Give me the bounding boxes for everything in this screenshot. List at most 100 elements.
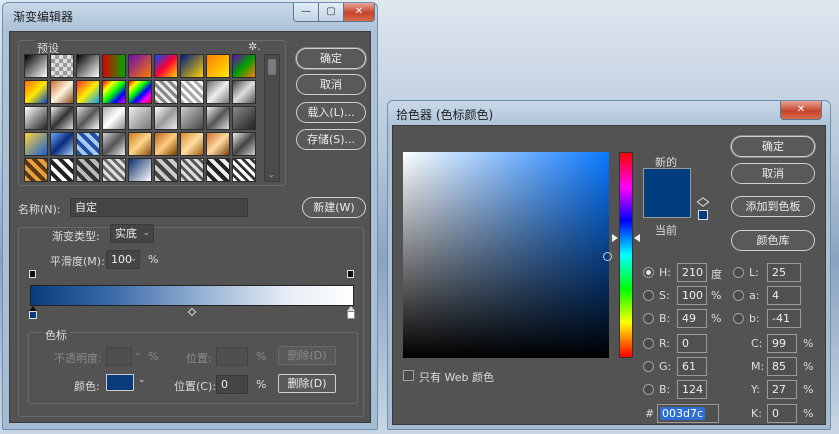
preset-swatch[interactable] bbox=[50, 158, 74, 182]
radio-g[interactable] bbox=[643, 361, 654, 372]
maximize-button[interactable]: ▢ bbox=[318, 3, 344, 22]
preset-swatch[interactable] bbox=[50, 106, 74, 130]
minimize-button[interactable]: — bbox=[293, 3, 319, 22]
hue-slider-right-arrow[interactable] bbox=[634, 234, 640, 242]
blue-input[interactable]: 124 bbox=[677, 380, 707, 399]
b-input[interactable]: 49 bbox=[677, 309, 707, 328]
r-input[interactable]: 0 bbox=[677, 334, 707, 353]
color-field[interactable] bbox=[403, 152, 612, 358]
radio-lab-b[interactable] bbox=[733, 313, 744, 324]
ok-button[interactable]: 确定 bbox=[296, 48, 366, 69]
radio-l[interactable] bbox=[733, 267, 744, 278]
radio-h[interactable] bbox=[643, 267, 654, 278]
preset-swatch[interactable] bbox=[128, 158, 152, 182]
scrollbar-thumb[interactable] bbox=[268, 59, 276, 75]
close-button[interactable]: ✕ bbox=[780, 101, 822, 120]
preset-swatch[interactable] bbox=[154, 158, 178, 182]
preset-swatch[interactable] bbox=[76, 132, 100, 156]
name-input[interactable]: 自定 bbox=[70, 198, 248, 217]
color-field-cursor[interactable] bbox=[603, 252, 612, 261]
web-safe-color-swatch[interactable] bbox=[698, 210, 708, 220]
radio-r[interactable] bbox=[643, 338, 654, 349]
color-libraries-button[interactable]: 颜色库 bbox=[731, 230, 815, 251]
preset-swatch[interactable] bbox=[24, 54, 48, 78]
gradient-preview-bar[interactable] bbox=[30, 285, 354, 306]
preset-swatch[interactable] bbox=[206, 106, 230, 130]
preset-swatch[interactable] bbox=[206, 158, 230, 182]
stop-color-swatch[interactable] bbox=[106, 374, 134, 391]
location-input[interactable]: 0 bbox=[216, 375, 248, 394]
cancel-button[interactable]: 取消 bbox=[731, 163, 815, 184]
preset-swatch[interactable] bbox=[50, 80, 74, 104]
lab-b-input[interactable]: -41 bbox=[767, 309, 801, 328]
preset-swatch[interactable] bbox=[24, 80, 48, 104]
s-input[interactable]: 100 bbox=[677, 286, 707, 305]
web-only-checkbox[interactable] bbox=[403, 370, 414, 381]
preset-swatch[interactable] bbox=[232, 54, 256, 78]
hue-slider[interactable] bbox=[619, 152, 633, 358]
preset-swatch[interactable] bbox=[50, 54, 74, 78]
load-button[interactable]: 载入(L)... bbox=[296, 102, 366, 123]
preset-swatch[interactable] bbox=[154, 80, 178, 104]
preset-swatch[interactable] bbox=[232, 132, 256, 156]
preset-swatch[interactable] bbox=[24, 158, 48, 182]
preset-swatch[interactable] bbox=[128, 106, 152, 130]
k-input[interactable]: 0 bbox=[767, 404, 797, 423]
preset-swatch[interactable] bbox=[102, 106, 126, 130]
preset-swatch[interactable] bbox=[128, 132, 152, 156]
preset-swatch[interactable] bbox=[102, 132, 126, 156]
preset-swatch[interactable] bbox=[24, 132, 48, 156]
preset-swatch[interactable] bbox=[180, 106, 204, 130]
hue-slider-left-arrow[interactable] bbox=[612, 234, 618, 242]
preset-swatch[interactable] bbox=[76, 54, 100, 78]
save-button[interactable]: 存储(S)... bbox=[296, 129, 366, 150]
preset-swatch[interactable] bbox=[180, 132, 204, 156]
preset-swatch[interactable] bbox=[154, 132, 178, 156]
preset-swatch[interactable] bbox=[206, 132, 230, 156]
preset-swatch[interactable] bbox=[76, 80, 100, 104]
g-input[interactable]: 61 bbox=[677, 357, 707, 376]
m-input[interactable]: 85 bbox=[767, 357, 797, 376]
radio-b[interactable] bbox=[643, 313, 654, 324]
cancel-button[interactable]: 取消 bbox=[296, 74, 366, 95]
preset-swatch[interactable] bbox=[206, 80, 230, 104]
a-input[interactable]: 4 bbox=[767, 286, 801, 305]
chevron-down-icon[interactable]: ⌄ bbox=[138, 375, 146, 385]
preset-swatch[interactable] bbox=[180, 158, 204, 182]
preset-swatch[interactable] bbox=[24, 106, 48, 130]
gradient-type-select[interactable]: 实底 ⌄ bbox=[110, 224, 154, 243]
preset-swatch[interactable] bbox=[102, 80, 126, 104]
preset-swatch[interactable] bbox=[206, 54, 230, 78]
new-button[interactable]: 新建(W) bbox=[302, 197, 366, 218]
preset-swatch[interactable] bbox=[76, 106, 100, 130]
chevron-down-icon[interactable]: ⌄ bbox=[268, 170, 275, 179]
preset-swatch[interactable] bbox=[180, 54, 204, 78]
preset-swatch[interactable] bbox=[50, 132, 74, 156]
preset-swatch[interactable] bbox=[128, 54, 152, 78]
opacity-stop-left[interactable] bbox=[29, 270, 36, 278]
radio-blue[interactable] bbox=[643, 384, 654, 395]
preset-swatch[interactable] bbox=[102, 158, 126, 182]
preset-swatch[interactable] bbox=[102, 54, 126, 78]
color-stop-left[interactable] bbox=[29, 311, 37, 319]
y-input[interactable]: 27 bbox=[767, 380, 797, 399]
color-stop-right[interactable] bbox=[347, 311, 355, 319]
c-input[interactable]: 99 bbox=[767, 334, 797, 353]
preset-swatch[interactable] bbox=[154, 106, 178, 130]
close-button[interactable]: ✕ bbox=[343, 3, 375, 22]
preset-swatch[interactable] bbox=[76, 158, 100, 182]
add-to-swatches-button[interactable]: 添加到色板 bbox=[731, 196, 815, 217]
radio-s[interactable] bbox=[643, 290, 654, 301]
preset-scrollbar[interactable]: ⌄ bbox=[264, 54, 280, 182]
h-input[interactable]: 210 bbox=[677, 263, 707, 282]
preset-swatch[interactable] bbox=[232, 106, 256, 130]
delete-color-stop-button[interactable]: 删除(D) bbox=[278, 374, 336, 393]
preset-swatch[interactable] bbox=[128, 80, 152, 104]
preset-swatch[interactable] bbox=[232, 158, 256, 182]
ok-button[interactable]: 确定 bbox=[731, 136, 815, 157]
gear-icon[interactable]: ✲. bbox=[248, 40, 261, 53]
opacity-stop-right[interactable] bbox=[347, 270, 354, 278]
radio-a[interactable] bbox=[733, 290, 744, 301]
preset-swatch[interactable] bbox=[154, 54, 178, 78]
current-color-swatch[interactable] bbox=[643, 200, 691, 218]
